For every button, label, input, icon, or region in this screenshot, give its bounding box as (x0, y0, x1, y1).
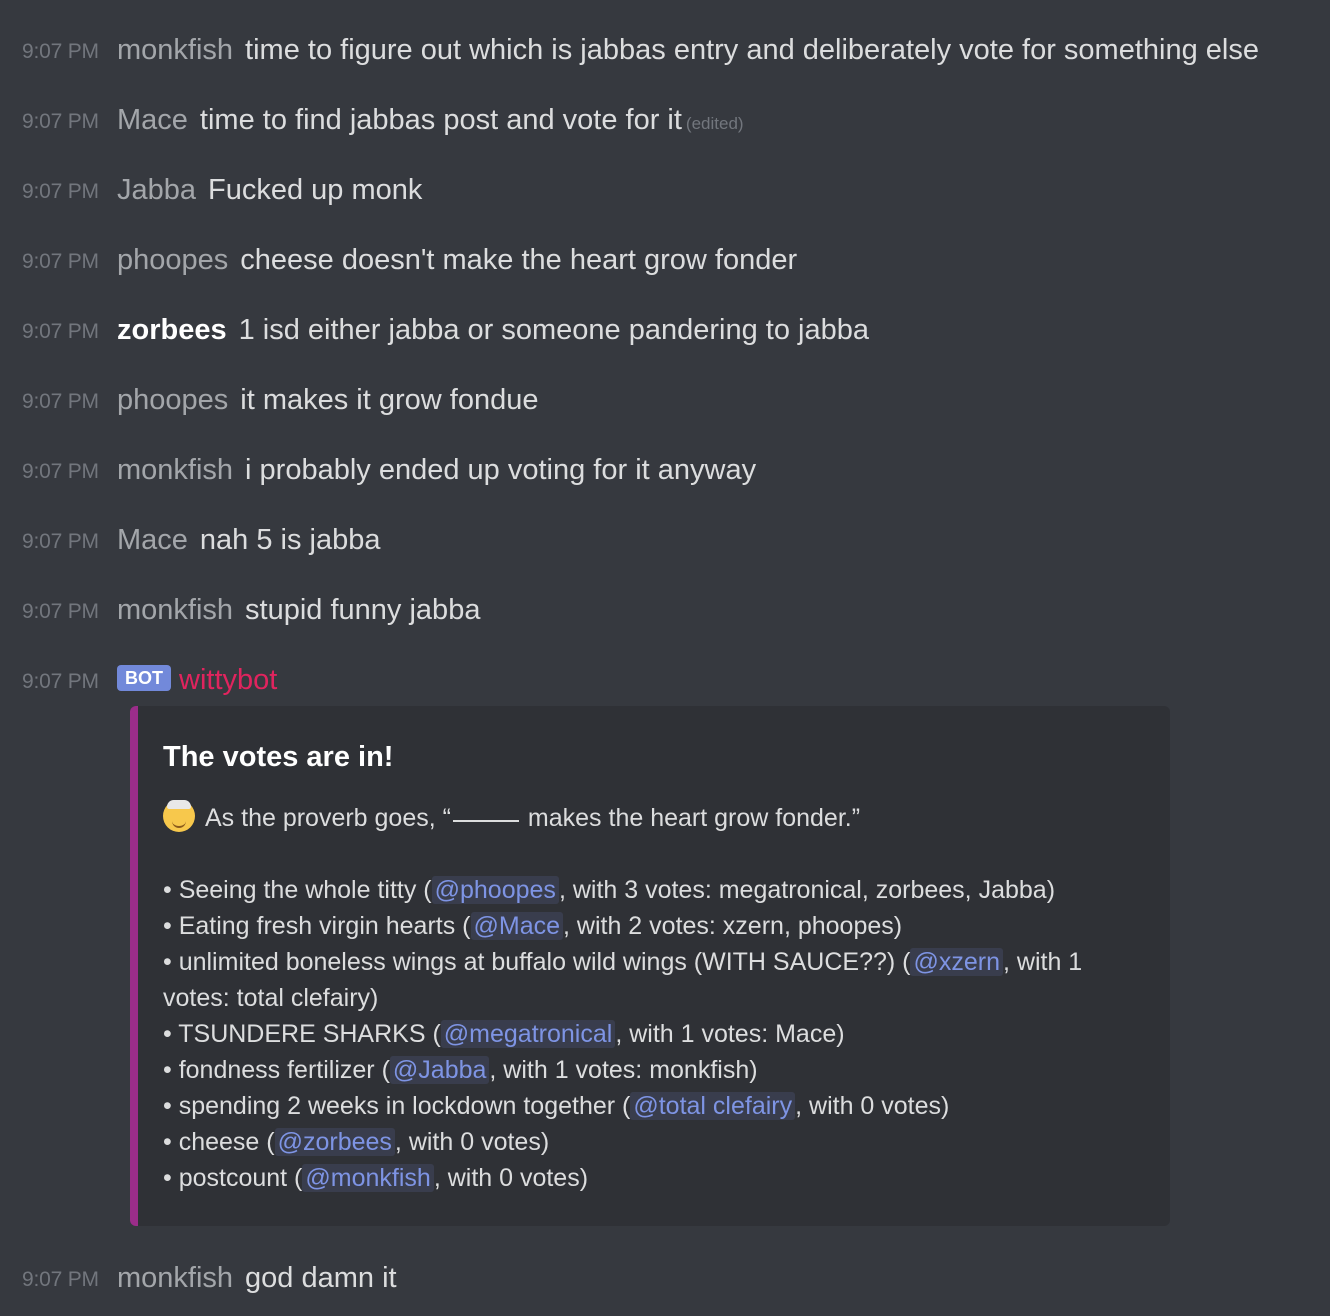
author-name[interactable]: Mace (117, 104, 188, 136)
timestamp: 9:07 PM (22, 180, 99, 203)
user-mention[interactable]: @Jabba (389, 1056, 490, 1084)
message: 9:07 PM monkfish stupid funny jabba (22, 590, 1330, 630)
user-mention[interactable]: @phoopes (431, 876, 559, 904)
vote-count-text: , with 0 votes) (795, 1092, 950, 1120)
vote-item: • Seeing the whole titty (@phoopes, with… (163, 872, 1153, 908)
user-mention[interactable]: @zorbees (274, 1128, 395, 1156)
embed-accent-bar (130, 706, 138, 1226)
message: 9:07 PM monkfish god damn it (22, 1258, 1330, 1298)
entry-text: • unlimited boneless wings at buffalo wi… (163, 948, 911, 976)
entry-text: • postcount ( (163, 1164, 303, 1192)
vote-item: • unlimited boneless wings at buffalo wi… (163, 944, 1153, 1016)
timestamp: 9:07 PM (22, 110, 99, 133)
embed-description: As the proverb goes, “ makes the heart g… (163, 800, 1153, 1196)
author-name[interactable]: Mace (117, 524, 188, 556)
timestamp: 9:07 PM (22, 250, 99, 273)
message-text: cheese doesn't make the heart grow fonde… (240, 244, 798, 276)
proverb-line: As the proverb goes, “ makes the heart g… (163, 800, 1153, 836)
author-name[interactable]: monkfish (117, 594, 233, 626)
vote-results-embed: The votes are in! As the proverb goes, “… (130, 706, 1170, 1226)
message: 9:07 PM monkfish i probably ended up voti… (22, 450, 1330, 490)
message: 9:07 PM phoopes it makes it grow fondue (22, 380, 1330, 420)
timestamp: 9:07 PM (22, 600, 99, 623)
vote-count-text: , with 1 votes: monkfish) (489, 1056, 758, 1084)
timestamp: 9:07 PM (22, 460, 99, 483)
message: 9:07 PM zorbees 1 isd either jabba or som… (22, 310, 1330, 350)
proverb-text-end: makes the heart grow fonder.” (520, 804, 861, 832)
vote-item: • Eating fresh virgin hearts (@Mace, wit… (163, 908, 1153, 944)
message-text: it makes it grow fondue (240, 384, 539, 416)
message: 9:07 PM Jabba Fucked up monk (22, 170, 1330, 210)
vote-item: • spending 2 weeks in lockdown together … (163, 1088, 1153, 1124)
timestamp: 9:07 PM (22, 670, 99, 693)
author-name[interactable]: wittybot (179, 664, 277, 696)
author-name[interactable]: phoopes (117, 384, 228, 416)
bot-badge: BOT (117, 665, 171, 691)
timestamp: 9:07 PM (22, 320, 99, 343)
message: 9:07 PM phoopes cheese doesn't make the h… (22, 240, 1330, 280)
author-name[interactable]: monkfish (117, 1262, 233, 1294)
proverb-text-start: As the proverb goes, “ (205, 804, 451, 832)
embed-title: The votes are in! (163, 741, 394, 773)
message-text: 1 isd either jabba or someone pandering … (238, 314, 869, 346)
message-text: nah 5 is jabba (199, 524, 381, 556)
vote-item: • fondness fertilizer (@Jabba, with 1 vo… (163, 1052, 1153, 1088)
entry-text: • TSUNDERE SHARKS ( (163, 1020, 441, 1048)
message: 9:07 PM Mace time to find jabbas post and… (22, 100, 1330, 140)
entry-text: • fondness fertilizer ( (163, 1056, 390, 1084)
bot-message: 9:07 PM BOT wittybot (22, 660, 1330, 700)
user-mention[interactable]: @megatronical (440, 1020, 616, 1048)
vote-item: • postcount (@monkfish, with 0 votes) (163, 1160, 1153, 1196)
user-mention[interactable]: @monkfish (302, 1164, 434, 1192)
message-text: god damn it (245, 1262, 397, 1294)
message-text: stupid funny jabba (245, 594, 481, 626)
entry-text: • cheese ( (163, 1128, 275, 1156)
message: 9:07 PM monkfish time to figure out which… (22, 30, 1330, 70)
user-mention[interactable]: @Mace (470, 912, 564, 940)
timestamp: 9:07 PM (22, 40, 99, 63)
blank-line (452, 820, 519, 822)
message-text: time to figure out which is jabbas entry… (245, 34, 1259, 66)
entry-text: • Eating fresh virgin hearts ( (163, 912, 471, 940)
message: 9:07 PM Mace nah 5 is jabba (22, 520, 1330, 560)
vote-count-text: , with 0 votes) (433, 1164, 589, 1192)
author-name[interactable]: monkfish (117, 34, 233, 66)
entry-text: • Seeing the whole titty ( (163, 876, 432, 904)
vote-count-text: , with 1 votes: Mace) (615, 1020, 845, 1048)
vote-item: • cheese (@zorbees, with 0 votes) (163, 1124, 1153, 1160)
user-mention[interactable]: @xzern (910, 948, 1003, 976)
vote-count-text: , with 3 votes: megatronical, zorbees, J… (558, 876, 1056, 904)
timestamp: 9:07 PM (22, 1268, 99, 1291)
vote-item: • TSUNDERE SHARKS (@megatronical, with 1… (163, 1016, 1153, 1052)
author-name[interactable]: zorbees (117, 314, 227, 346)
author-name[interactable]: phoopes (117, 244, 228, 276)
message-text: i probably ended up voting for it anyway (245, 454, 757, 486)
timestamp: 9:07 PM (22, 390, 99, 413)
timestamp: 9:07 PM (22, 530, 99, 553)
entry-text: • spending 2 weeks in lockdown together … (163, 1092, 631, 1120)
author-name[interactable]: monkfish (117, 454, 233, 486)
old-man-emoji-icon (163, 800, 195, 832)
edited-label: (edited) (685, 114, 744, 133)
vote-count-text: , with 0 votes) (394, 1128, 550, 1156)
author-name[interactable]: Jabba (117, 174, 196, 206)
message-text: Fucked up monk (208, 174, 423, 206)
chat-log: 9:07 PM monkfish time to figure out which… (0, 0, 1330, 1316)
user-mention[interactable]: @total clefairy (630, 1092, 796, 1120)
message-text: time to find jabbas post and vote for it (199, 104, 682, 136)
vote-count-text: , with 2 votes: xzern, phoopes) (563, 912, 903, 940)
